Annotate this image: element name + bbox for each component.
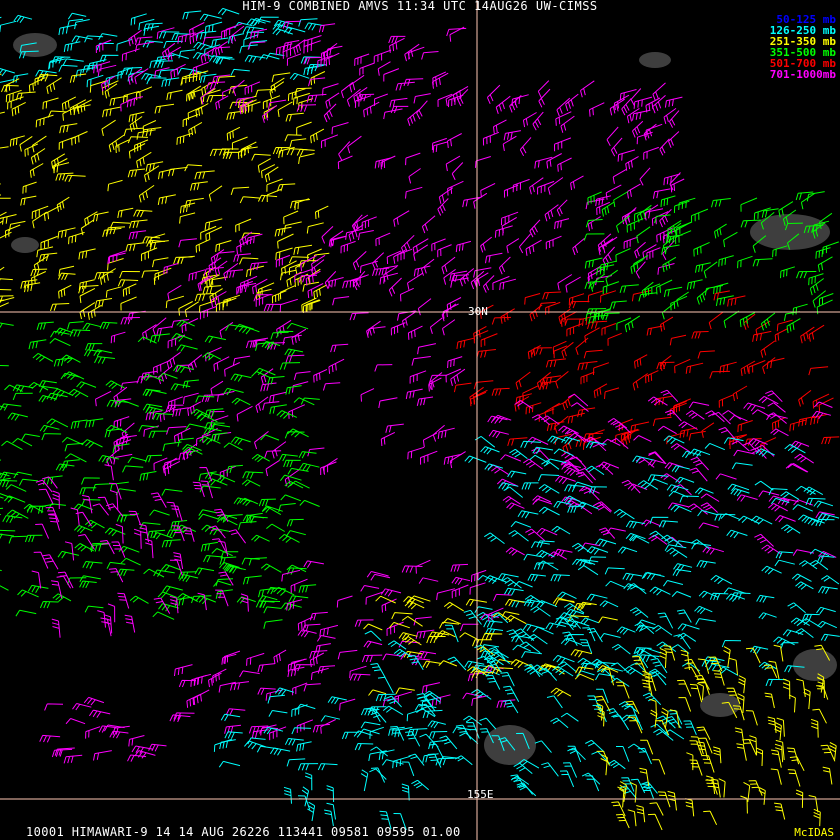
wind-barb-map bbox=[0, 0, 840, 840]
cloud-patch bbox=[639, 52, 671, 68]
image-title: HIM-9 COMBINED AMVS 11:34 UTC 14AUG26 UW… bbox=[242, 0, 598, 13]
longitude-label: 155E bbox=[467, 788, 494, 801]
cloud-patch bbox=[750, 214, 830, 250]
latitude-label: 30N bbox=[468, 305, 488, 318]
pressure-legend: 50-125 mb 126-250 mb 251-350 mb 351-500 … bbox=[770, 14, 836, 80]
cloud-patch bbox=[793, 649, 837, 681]
legend-item-701-1000: 701-1000mb bbox=[769, 68, 836, 81]
image-footer: 10001 HIMAWARI-9 14 14 AUG 26226 113441 … bbox=[26, 825, 461, 839]
cloud-patch bbox=[13, 33, 57, 57]
mcidas-credit: McIDAS bbox=[794, 826, 834, 839]
cloud-patch bbox=[11, 237, 39, 253]
